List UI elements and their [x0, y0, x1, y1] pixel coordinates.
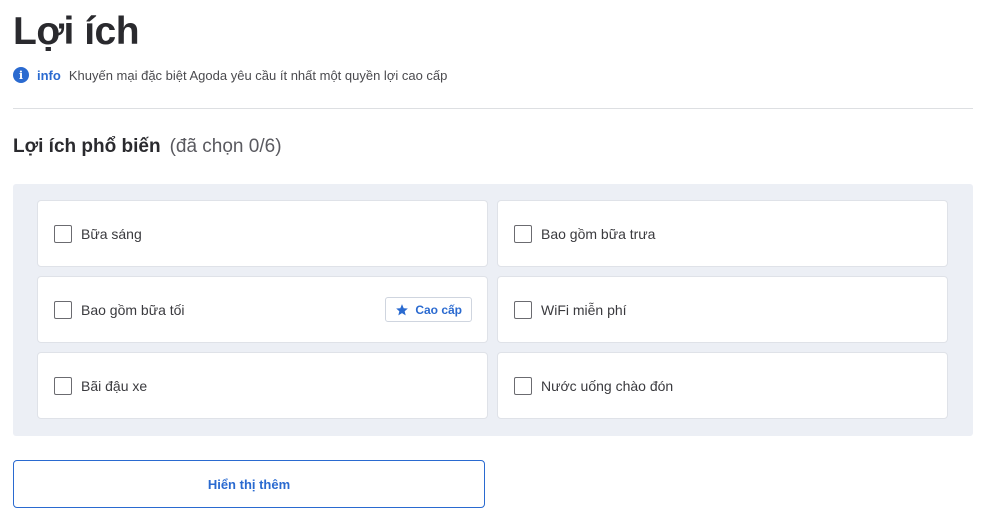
- option-label: Bao gồm bữa trưa: [541, 225, 656, 242]
- option-wifi[interactable]: WiFi miễn phí: [497, 276, 948, 343]
- info-icon: i: [13, 67, 29, 83]
- checkbox[interactable]: [514, 376, 532, 395]
- premium-badge: Cao cấp: [385, 297, 472, 322]
- option-label: Nước uống chào đón: [541, 377, 674, 394]
- option-label: Bữa sáng: [81, 225, 142, 242]
- option-label: Bãi đậu xe: [81, 377, 148, 394]
- section-header: Lợi ích phổ biến (đã chọn 0/6): [13, 136, 282, 158]
- option-breakfast[interactable]: Bữa sáng: [37, 200, 488, 267]
- page-title: Lợi ích: [13, 10, 140, 53]
- info-tag: info: [37, 67, 61, 83]
- checkbox[interactable]: [54, 300, 72, 319]
- premium-label: Cao cấp: [415, 302, 462, 317]
- option-parking[interactable]: Bãi đậu xe: [37, 352, 488, 419]
- selection-count: (đã chọn 0/6): [169, 136, 282, 157]
- checkbox[interactable]: [514, 224, 532, 243]
- option-dinner[interactable]: Bao gồm bữa tối Cao cấp: [37, 276, 488, 343]
- divider: [13, 108, 973, 109]
- option-lunch[interactable]: Bao gồm bữa trưa: [497, 200, 948, 267]
- checkbox[interactable]: [54, 224, 72, 243]
- info-text: Khuyến mại đặc biệt Agoda yêu cầu ít nhấ…: [68, 67, 448, 83]
- option-label: Bao gồm bữa tối: [81, 301, 185, 318]
- options-panel: Bữa sáng Bao gồm bữa trưa Bao gồm bữa tố…: [13, 184, 973, 436]
- checkbox[interactable]: [54, 376, 72, 395]
- checkbox[interactable]: [514, 300, 532, 319]
- option-label: WiFi miễn phí: [541, 301, 627, 318]
- info-banner: i info Khuyến mại đặc biệt Agoda yêu cầu…: [13, 66, 447, 84]
- option-welcome-drink[interactable]: Nước uống chào đón: [497, 352, 948, 419]
- show-more-button[interactable]: Hiển thị thêm: [13, 460, 485, 508]
- section-title: Lợi ích phổ biến: [13, 136, 161, 157]
- star-icon: [396, 303, 409, 315]
